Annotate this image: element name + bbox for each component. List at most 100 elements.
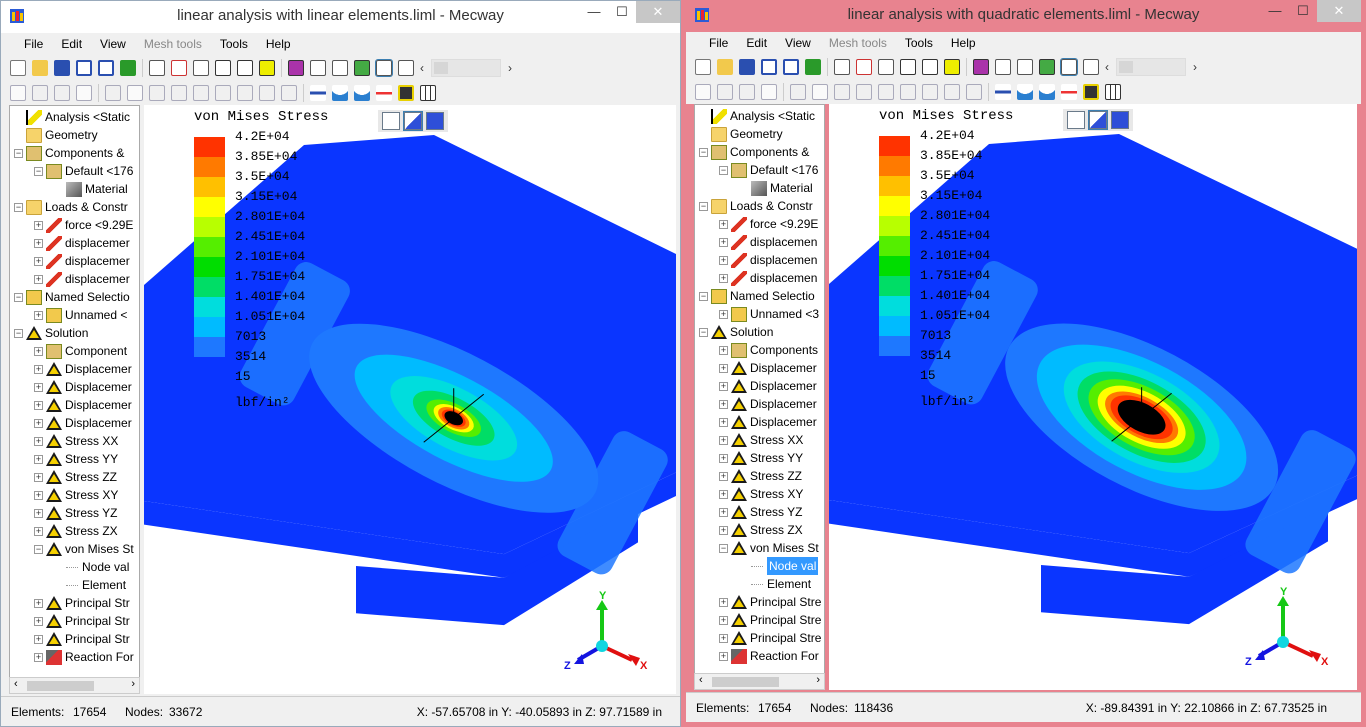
move-icon[interactable]	[834, 83, 850, 100]
slider-thumb[interactable]	[434, 61, 448, 74]
expand-icon[interactable]: +	[34, 400, 43, 410]
tree-node[interactable]: + Stress ZX	[719, 521, 803, 539]
expand-icon[interactable]: +	[34, 490, 43, 500]
expand-icon[interactable]: +	[719, 255, 728, 265]
save-icon[interactable]	[54, 59, 70, 76]
scroll-left-icon[interactable]: ‹	[699, 674, 703, 686]
tree-node[interactable]: − Solution	[14, 324, 88, 342]
chevron-right-icon[interactable]: ›	[508, 61, 512, 75]
tree-node[interactable]: + Reaction For	[34, 648, 134, 666]
3d-viewport[interactable]: von Mises Stress 4.2E+04 3.85E+04 3.5E+04 3.…	[144, 105, 676, 694]
tree-node[interactable]: + Stress YZ	[719, 503, 802, 521]
sweep-icon[interactable]	[900, 83, 916, 100]
fit-view-icon[interactable]	[878, 58, 894, 75]
film-icon[interactable]	[398, 84, 414, 101]
menu-mesh-tools[interactable]: Mesh tools	[820, 32, 896, 54]
tree-node[interactable]: − Default <176	[719, 161, 818, 179]
view-cube-red-icon[interactable]	[856, 58, 872, 75]
expand-icon[interactable]: +	[719, 309, 728, 319]
scrollbar-thumb[interactable]	[27, 681, 94, 691]
tree-node[interactable]: Element	[739, 575, 811, 593]
tree-node[interactable]: + Stress YY	[719, 449, 803, 467]
minimize-icon[interactable]: —	[580, 1, 608, 23]
tree-node[interactable]: + Stress ZZ	[719, 467, 802, 485]
node-icon[interactable]	[10, 84, 26, 101]
surface-icon[interactable]	[354, 59, 370, 76]
split-icon[interactable]	[237, 84, 253, 101]
refine-icon[interactable]	[281, 84, 297, 101]
tree-node[interactable]: + Displacemer	[719, 377, 817, 395]
menu-edit[interactable]: Edit	[52, 33, 91, 55]
element-select-icon[interactable]	[32, 84, 48, 101]
expand-icon[interactable]: +	[719, 237, 728, 247]
tree-horizontal-scrollbar[interactable]: ‹ ›	[694, 673, 825, 690]
load-arrow-icon[interactable]	[1061, 83, 1077, 100]
zoom-icon[interactable]	[900, 58, 916, 75]
expand-icon[interactable]: +	[34, 310, 43, 320]
expand-icon[interactable]: +	[34, 346, 43, 356]
rotate-icon[interactable]	[237, 59, 253, 76]
solid-cube-icon[interactable]	[398, 59, 414, 76]
tree-node[interactable]: + Displacemer	[719, 395, 817, 413]
extrude-icon[interactable]	[171, 84, 187, 101]
menu-tools[interactable]: Tools	[211, 33, 257, 55]
expand-icon[interactable]: +	[719, 345, 728, 355]
menu-mesh-tools[interactable]: Mesh tools	[135, 33, 211, 55]
new-file-icon[interactable]	[10, 59, 26, 76]
expand-icon[interactable]: +	[34, 256, 43, 266]
tree-node[interactable]: + displacemen	[719, 269, 817, 287]
expand-icon[interactable]: +	[34, 598, 43, 608]
expand-icon[interactable]: +	[719, 507, 728, 517]
tree-node[interactable]: + Stress XY	[719, 485, 803, 503]
move-icon[interactable]	[149, 84, 165, 101]
tree-node[interactable]: Material	[739, 179, 813, 197]
undo-icon[interactable]	[76, 59, 92, 76]
expand-icon[interactable]: +	[719, 273, 728, 283]
tree-node[interactable]: + Stress XY	[34, 486, 118, 504]
fit-view-icon[interactable]	[193, 59, 209, 76]
collapse-icon[interactable]: −	[699, 291, 708, 301]
tree-node[interactable]: Analysis <Static	[699, 107, 815, 125]
expand-icon[interactable]: +	[719, 525, 728, 535]
wireframe-view-icon[interactable]	[1067, 111, 1085, 129]
tree-node[interactable]: + Component	[34, 342, 127, 360]
tree-node[interactable]: Node val	[739, 556, 820, 576]
curve-icon[interactable]	[1017, 83, 1033, 100]
measure-icon[interactable]	[944, 58, 960, 75]
curve-fill-icon[interactable]	[1039, 83, 1055, 100]
tree-node[interactable]: + Principal Str	[34, 594, 130, 612]
tree-node[interactable]: Geometry	[699, 125, 783, 143]
collapse-icon[interactable]: −	[14, 148, 23, 158]
line-blue-icon[interactable]	[310, 84, 326, 101]
expand-icon[interactable]: +	[34, 526, 43, 536]
flip-icon[interactable]	[105, 84, 121, 101]
triangle-icon[interactable]	[812, 83, 828, 100]
tree-node[interactable]: + Principal Stre	[719, 593, 821, 611]
redo-icon[interactable]	[783, 58, 799, 75]
tree-node[interactable]: + Stress ZX	[34, 522, 118, 540]
solid-cube-icon[interactable]	[1083, 58, 1099, 75]
rotate-icon[interactable]	[922, 58, 938, 75]
scroll-left-icon[interactable]: ‹	[14, 678, 18, 690]
tree-node[interactable]: − Solution	[699, 323, 773, 341]
view-top-icon[interactable]	[332, 59, 348, 76]
expand-icon[interactable]: +	[719, 615, 728, 625]
revolve-icon[interactable]	[193, 84, 209, 101]
view-top-icon[interactable]	[1017, 58, 1033, 75]
expand-icon[interactable]: +	[34, 652, 43, 662]
collapse-icon[interactable]: −	[719, 543, 728, 553]
close-icon[interactable]: ✕	[636, 1, 680, 23]
tree-node[interactable]: + Stress YY	[34, 450, 118, 468]
tree-node[interactable]: + Unnamed <3	[719, 305, 819, 323]
equals-icon[interactable]	[120, 59, 136, 76]
curve-fill-icon[interactable]	[354, 84, 370, 101]
open-folder-icon[interactable]	[32, 59, 48, 76]
tree-node[interactable]: − Named Selectio	[14, 288, 130, 306]
menu-tools[interactable]: Tools	[896, 32, 942, 54]
menu-view[interactable]: View	[776, 32, 820, 54]
tree-node[interactable]: + Reaction For	[719, 647, 819, 665]
expand-icon[interactable]: +	[34, 616, 43, 626]
menu-file[interactable]: File	[15, 33, 52, 55]
expand-icon[interactable]: +	[34, 418, 43, 428]
collapse-icon[interactable]: −	[699, 201, 708, 211]
